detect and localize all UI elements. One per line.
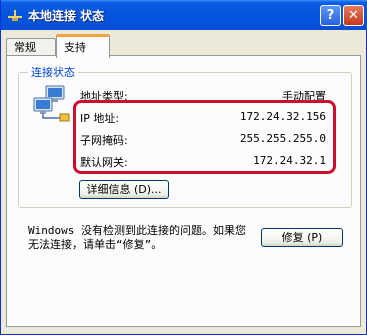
window-title: 本地连接 状态 — [28, 9, 105, 23]
status-message: Windows 没有检测到此连接的问题。如果您无法连接，请单击“修复”。 — [28, 224, 246, 251]
close-button[interactable]: ✕ — [343, 5, 364, 26]
status-dialog: 本地连接 状态 ? ✕ 常规 支持 连接状态 地址类型: 手动配置 IP 地址:… — [0, 0, 367, 335]
details-button[interactable]: 详细信息 (D)... — [79, 180, 169, 199]
help-button[interactable]: ? — [320, 5, 341, 26]
title-bar[interactable]: 本地连接 状态 ? ✕ — [1, 0, 367, 30]
tab-support[interactable]: 支持 — [56, 34, 110, 58]
group-title: 连接状态 — [28, 64, 78, 80]
tab-general[interactable]: 常规 — [6, 38, 56, 56]
network-connection-icon — [8, 10, 22, 21]
repair-button[interactable]: 修复 (P) — [261, 228, 343, 247]
highlight-annotation — [73, 100, 336, 174]
network-computers-icon — [33, 85, 70, 122]
